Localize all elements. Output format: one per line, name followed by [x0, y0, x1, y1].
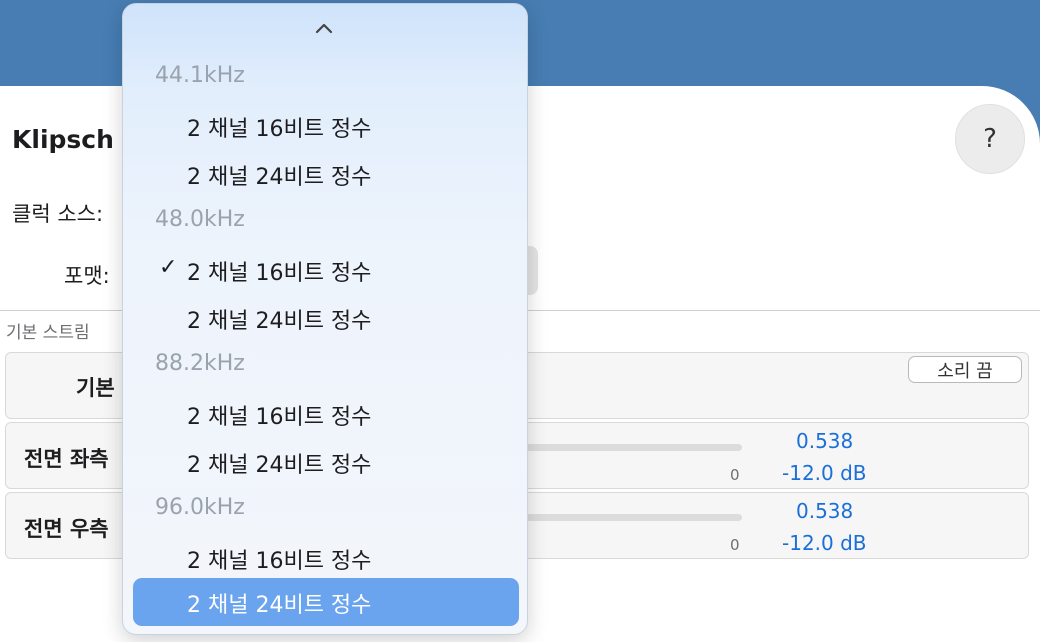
help-button[interactable]: ?: [955, 104, 1025, 174]
section-label: 기본 스트림: [6, 323, 90, 343]
menu-item-44k-24bit[interactable]: 2 채널 24비트 정수: [187, 159, 371, 191]
volume-db-front-left: -12.0 dB: [782, 461, 867, 485]
menu-item-96k-24bit-label: 2 채널 24비트 정수: [187, 593, 372, 618]
help-label: ?: [983, 124, 997, 154]
slider-min-label-front-right: 0: [730, 536, 740, 554]
chevron-up-icon[interactable]: [314, 18, 334, 38]
row-label-master: 기본: [76, 376, 115, 400]
menu-header-48k: 48.0kHz: [155, 207, 245, 232]
format-menu: 44.1kHz 2 채널 16비트 정수 2 채널 24비트 정수 48.0kH…: [122, 3, 528, 635]
menu-item-44k-16bit[interactable]: 2 채널 16비트 정수: [187, 111, 371, 143]
checkmark-icon: ✓: [159, 255, 178, 280]
menu-header-44k: 44.1kHz: [155, 63, 245, 88]
volume-db-front-right: -12.0 dB: [782, 531, 867, 555]
menu-item-88k-16bit[interactable]: 2 채널 16비트 정수: [187, 399, 371, 431]
slider-min-label-front-left: 0: [730, 466, 740, 484]
volume-value-front-left: 0.538: [796, 429, 854, 453]
menu-header-96k: 96.0kHz: [155, 495, 245, 520]
row-label-front-left: 전면 좌측: [24, 447, 109, 471]
row-label-front-right: 전면 우측: [24, 517, 109, 541]
menu-item-96k-24bit[interactable]: 2 채널 24비트 정수: [133, 578, 519, 626]
device-title: Klipsch: [12, 125, 114, 154]
format-label: 포맷:: [64, 264, 110, 288]
mute-button[interactable]: 소리 끔: [908, 356, 1022, 383]
menu-item-48k-16bit[interactable]: 2 채널 16비트 정수: [187, 255, 371, 287]
volume-slider-front-left[interactable]: [526, 444, 742, 451]
menu-item-96k-16bit[interactable]: 2 채널 16비트 정수: [187, 543, 371, 575]
volume-slider-front-right[interactable]: [526, 514, 742, 521]
mute-label: 소리 끔: [937, 360, 993, 382]
menu-item-88k-24bit[interactable]: 2 채널 24비트 정수: [187, 447, 371, 479]
clock-source-label: 클럭 소스:: [12, 202, 104, 226]
menu-item-48k-24bit[interactable]: 2 채널 24비트 정수: [187, 303, 371, 335]
menu-header-88k: 88.2kHz: [155, 351, 245, 376]
volume-value-front-right: 0.538: [796, 499, 854, 523]
